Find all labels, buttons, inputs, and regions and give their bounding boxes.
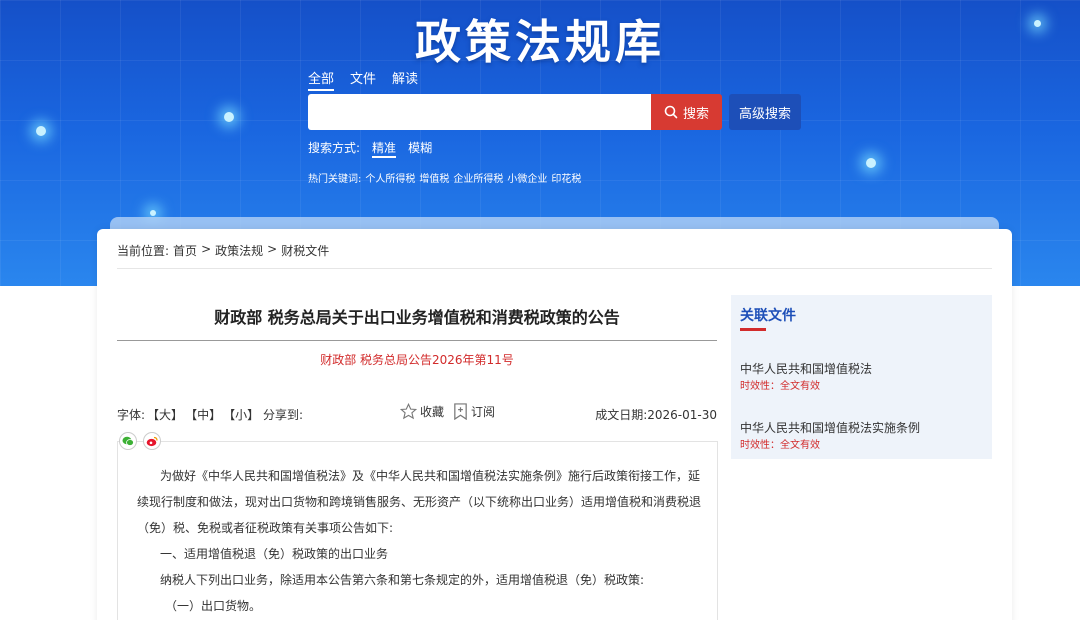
breadcrumb-label: 当前位置: xyxy=(117,244,170,258)
font-size-medium[interactable]: 【中】 xyxy=(185,406,221,423)
related-document-link[interactable]: 中华人民共和国增值税法实施条例 xyxy=(740,419,920,436)
hot-keyword[interactable]: 企业所得税 xyxy=(453,170,503,185)
hot-keyword[interactable]: 个人所得税 xyxy=(365,170,415,185)
hot-keyword[interactable]: 小微企业 xyxy=(507,170,547,185)
glow-dot xyxy=(36,126,46,136)
article-paragraph: 续现行制度和做法，现对出口货物和跨境销售服务、无形资产（以下统称出口业务）适用增… xyxy=(137,495,702,509)
document-title: 财政部 税务总局关于出口业务增值税和消费税政策的公告 xyxy=(214,308,620,327)
advanced-search-button[interactable]: 高级搜索 xyxy=(729,94,801,130)
wechat-share-icon[interactable] xyxy=(119,432,137,450)
hot-keyword[interactable]: 印花税 xyxy=(551,170,581,185)
tab-interpretations[interactable]: 解读 xyxy=(392,68,418,91)
share-icons xyxy=(119,432,161,450)
wechat-glyph xyxy=(122,436,134,446)
search-mode-label: 搜索方式: xyxy=(308,141,361,155)
share-label: 分享到: xyxy=(263,408,304,422)
title-divider xyxy=(117,340,717,341)
search-mode-exact[interactable]: 精准 xyxy=(372,139,397,158)
search-input[interactable] xyxy=(308,94,651,130)
font-size-large[interactable]: 【大】 xyxy=(147,406,183,423)
tab-all[interactable]: 全部 xyxy=(308,68,335,91)
favorite-label: 收藏 xyxy=(420,405,445,419)
glow-dot xyxy=(224,112,234,122)
hot-keywords: 热门关键词: 个人所得税 增值税 企业所得税 小微企业 印花税 xyxy=(308,170,581,185)
search-mode-fuzzy[interactable]: 模糊 xyxy=(408,139,432,158)
document-number: 财政部 税务总局公告2026年第11号 xyxy=(320,353,514,367)
search-mode: 搜索方式: 精准 模糊 xyxy=(308,139,432,158)
search-icon xyxy=(664,105,678,119)
font-size-small[interactable]: 【小】 xyxy=(223,406,259,423)
related-documents-heading: 关联文件 xyxy=(740,308,796,324)
font-size-label: 字体: xyxy=(117,408,146,422)
tab-documents[interactable]: 文件 xyxy=(350,68,376,91)
heading-underline xyxy=(740,328,766,331)
article-paragraph: （免）税、免税或者征税政策有关事项公告如下: xyxy=(137,521,394,535)
related-documents-panel: 关联文件 中华人民共和国增值税法 时效性：全文有效 中华人民共和国增值税法实施条… xyxy=(731,295,992,459)
hot-keywords-label: 热门关键词: xyxy=(308,174,362,185)
subscribe-label: 订阅 xyxy=(471,405,496,419)
article-paragraph: 纳税人下列出口业务，除适用本公告第六条和第七条规定的外，适用增值税退（免）税政策… xyxy=(160,573,645,587)
breadcrumb-divider xyxy=(117,268,992,269)
breadcrumb: 当前位置: 首页 > 政策法规 > 财税文件 xyxy=(117,242,329,259)
glow-dot xyxy=(150,210,156,216)
related-document-link[interactable]: 中华人民共和国增值税法 xyxy=(740,360,872,377)
breadcrumb-separator: > xyxy=(201,242,212,256)
weibo-glyph xyxy=(146,436,158,446)
favorite-button[interactable]: 收藏 xyxy=(400,403,444,420)
article-paragraph: （一）出口货物。 xyxy=(165,599,262,613)
related-document-validity: 时效性：全文有效 xyxy=(740,381,820,392)
breadcrumb-finance-tax[interactable]: 财税文件 xyxy=(281,242,329,259)
search-button[interactable]: 搜索 xyxy=(651,94,722,130)
breadcrumb-home[interactable]: 首页 xyxy=(173,242,197,259)
font-size-control: 字体: 【大】 【中】 【小】 xyxy=(117,406,259,423)
breadcrumb-policy[interactable]: 政策法规 xyxy=(215,242,263,259)
subscribe-button[interactable]: 订阅 xyxy=(453,403,495,420)
article-toolbar: 字体: 【大】 【中】 【小】 分享到: 收藏 订阅 成文日期:2026-01-… xyxy=(117,403,717,426)
date-label: 成文日期: xyxy=(595,408,648,422)
document-date: 成文日期:2026-01-30 xyxy=(595,406,717,423)
related-document-validity: 时效性：全文有效 xyxy=(740,440,820,451)
bookmark-plus-icon xyxy=(454,403,467,420)
article-paragraph: 为做好《中华人民共和国增值税法》及《中华人民共和国增值税法实施条例》施行后政策衔… xyxy=(160,469,701,483)
breadcrumb-separator: > xyxy=(267,242,278,256)
article-section-heading: 一、适用增值税退（免）税政策的出口业务 xyxy=(160,547,389,561)
star-icon xyxy=(400,403,417,420)
site-title: 政策法规库 xyxy=(415,15,665,69)
weibo-share-icon[interactable] xyxy=(143,432,161,450)
glow-dot xyxy=(866,158,876,168)
date-value: 2026-01-30 xyxy=(647,408,717,422)
search-button-label: 搜索 xyxy=(682,106,709,122)
search-scope-tabs: 全部 文件 解读 xyxy=(308,68,418,91)
hot-keyword[interactable]: 增值税 xyxy=(419,170,449,185)
